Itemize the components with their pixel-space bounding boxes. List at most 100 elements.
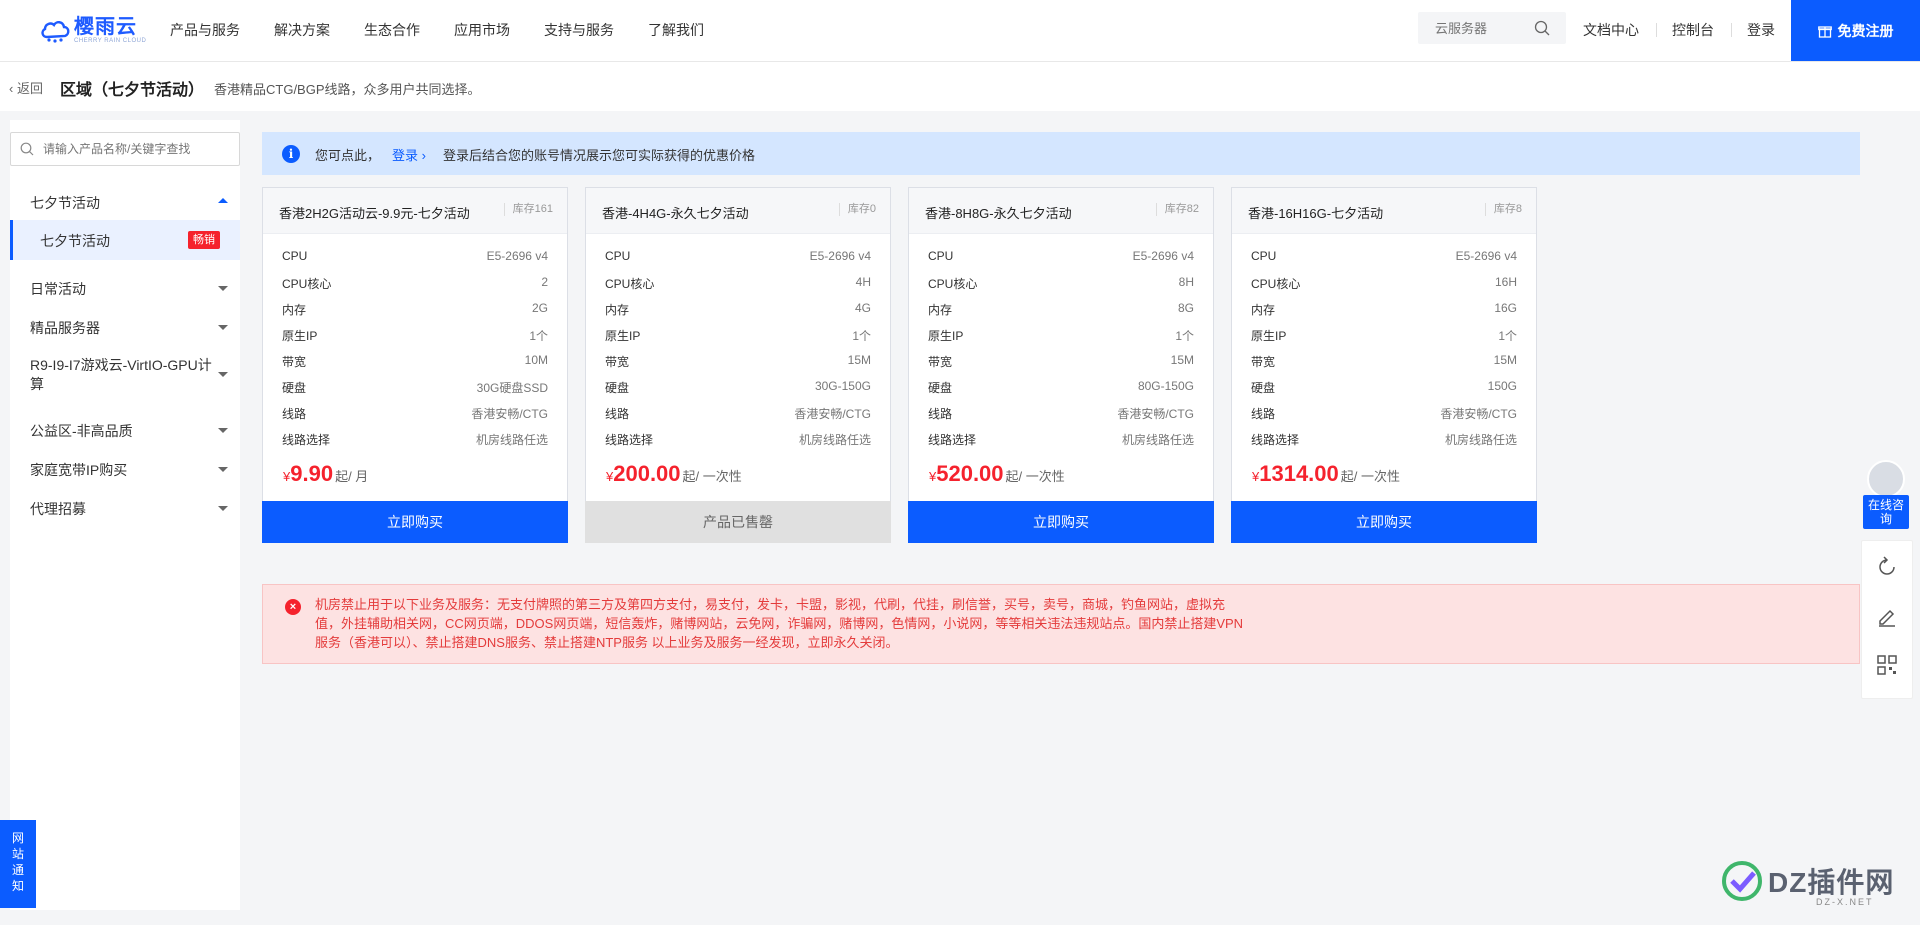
buy-now-button[interactable]: 立即购买 bbox=[908, 501, 1214, 543]
sidebar-item-premium[interactable]: 精品服务器 bbox=[10, 309, 240, 345]
notice-login-link[interactable]: 登录 › bbox=[392, 145, 426, 164]
price-unit: 起/ 一次性 bbox=[682, 469, 742, 484]
stock-count: 库存161 bbox=[503, 203, 553, 216]
login-link[interactable]: 登录 bbox=[1747, 0, 1775, 61]
spec-value: 1个 bbox=[852, 329, 871, 343]
nav-products[interactable]: 产品与服务 bbox=[170, 0, 240, 61]
spec-value: 2 bbox=[541, 275, 548, 289]
watermark-logo-icon bbox=[1722, 861, 1762, 901]
refresh-icon[interactable] bbox=[1875, 555, 1899, 579]
spec-label: CPU核心 bbox=[282, 277, 332, 291]
breadcrumb: ‹ 返回 区域（七夕节活动） 香港精品CTG/BGP线路，众多用户共同选择。 bbox=[0, 62, 1920, 111]
header-search-input[interactable] bbox=[1418, 12, 1535, 44]
sidebar-item-gaming[interactable]: R9-I9-I7游戏云-VirtIO-GPU计算 bbox=[10, 352, 240, 398]
spec-label: 线路 bbox=[605, 407, 630, 421]
spec-value: 香港安畅/CTG bbox=[794, 407, 871, 421]
price-value: 1314.00 bbox=[1259, 461, 1339, 486]
cloud-logo-icon bbox=[41, 21, 70, 43]
online-consult[interactable]: 在线咨询 bbox=[1862, 460, 1910, 530]
chevron-right-icon: › bbox=[421, 148, 426, 163]
sidebar-search-input[interactable] bbox=[41, 133, 235, 165]
edit-icon[interactable] bbox=[1875, 604, 1899, 628]
spec-value: 8H bbox=[1178, 275, 1194, 289]
product-title: 香港-8H8G-永久七夕活动 bbox=[925, 206, 1072, 221]
spec-label: 内存 bbox=[928, 303, 953, 317]
hot-badge: 畅销 bbox=[188, 231, 220, 249]
search-icon[interactable] bbox=[1534, 20, 1550, 36]
spec-value: 4H bbox=[855, 275, 871, 289]
price-value: 9.90 bbox=[290, 461, 334, 486]
sidebar-item-public[interactable]: 公益区-非高品质 bbox=[10, 412, 240, 448]
spec-label: CPU核心 bbox=[928, 277, 978, 291]
qrcode-icon[interactable] bbox=[1875, 653, 1899, 677]
nav-about[interactable]: 了解我们 bbox=[648, 0, 704, 61]
nav-solutions[interactable]: 解决方案 bbox=[274, 0, 330, 61]
spec-label: 硬盘 bbox=[928, 381, 953, 395]
notice-text: 登录后结合您的账号情况展示您可实际获得的优惠价格 bbox=[443, 148, 756, 163]
chevron-down-icon bbox=[218, 428, 228, 433]
docs-link[interactable]: 文档中心 bbox=[1583, 0, 1639, 61]
chevron-down-icon bbox=[218, 286, 228, 291]
spec-row: 原生IP 1个 bbox=[928, 327, 1194, 347]
back-label: 返回 bbox=[16, 81, 43, 96]
buy-now-button[interactable]: 立即购买 bbox=[1231, 501, 1537, 543]
chevron-left-icon: ‹ bbox=[9, 81, 17, 96]
console-link[interactable]: 控制台 bbox=[1672, 0, 1714, 61]
sidebar-item-daily[interactable]: 日常活动 bbox=[10, 270, 240, 306]
spec-row: 内存 16G bbox=[1251, 301, 1517, 321]
price: ¥200.00 起/ 一次性 bbox=[606, 461, 742, 487]
product-card: 香港2H2G活动云-9.9元-七夕活动 库存161 CPU E5-2696 v4 CPU… bbox=[262, 187, 568, 543]
spec-label: CPU核心 bbox=[605, 277, 655, 291]
spec-value: 1个 bbox=[1498, 329, 1517, 343]
sidebar-item-qixi[interactable]: 七夕节活动 bbox=[10, 184, 240, 220]
spec-value: 2G bbox=[531, 301, 548, 315]
spec-row: 内存 4G bbox=[605, 301, 871, 321]
nav-marketplace[interactable]: 应用市场 bbox=[454, 0, 510, 61]
spec-row: 线路选择 机房线路任选 bbox=[928, 431, 1194, 451]
spec-label: 带宽 bbox=[1251, 355, 1276, 369]
spec-value: 150G bbox=[1487, 379, 1517, 393]
spec-row: 带宽 15M bbox=[605, 353, 871, 373]
spec-row: 硬盘 150G bbox=[1251, 379, 1517, 399]
nav-ecosystem[interactable]: 生态合作 bbox=[364, 0, 420, 61]
product-card: 香港-8H8G-永久七夕活动 库存82 CPU E5-2696 v4 CPU核心 8H 内存… bbox=[908, 187, 1214, 543]
logo-subtitle: CHERRY RAIN CLOUD bbox=[74, 38, 147, 44]
divider bbox=[1731, 23, 1732, 37]
sidebar-item-home-ip[interactable]: 家庭宽带IP购买 bbox=[10, 451, 240, 487]
chevron-down-icon bbox=[218, 506, 228, 511]
price-unit: 起/ 月 bbox=[335, 469, 369, 484]
spec-label: 线路 bbox=[1251, 407, 1276, 421]
sidebar-search bbox=[10, 132, 240, 166]
sidebar-item-label: 代理招募 bbox=[30, 501, 86, 517]
spec-row: CPU核心 8H bbox=[928, 275, 1194, 295]
spec-label: 线路选择 bbox=[1251, 433, 1300, 447]
spec-value: 8G bbox=[1177, 301, 1194, 315]
spec-label: 内存 bbox=[1251, 303, 1276, 317]
logo[interactable]: 樱雨云 CHERRY RAIN CLOUD bbox=[40, 16, 146, 46]
buy-now-button[interactable]: 立即购买 bbox=[262, 501, 568, 543]
watermark-text: DZ插件网 bbox=[1768, 867, 1895, 898]
price-unit: 起/ 一次性 bbox=[1340, 469, 1400, 484]
spec-row: 内存 2G bbox=[282, 301, 548, 321]
spec-row: CPU核心 2 bbox=[282, 275, 548, 295]
sidebar-subitem-qixi[interactable]: 七夕节活动 畅销 bbox=[10, 220, 240, 260]
back-link[interactable]: ‹ 返回 bbox=[9, 78, 43, 97]
sidebar-item-agent[interactable]: 代理招募 bbox=[10, 490, 240, 526]
nav-support[interactable]: 支持与服务 bbox=[544, 0, 614, 61]
spec-label: 原生IP bbox=[605, 329, 641, 343]
spec-row: 原生IP 1个 bbox=[282, 327, 548, 347]
spec-row: CPU E5-2696 v4 bbox=[282, 249, 548, 269]
spec-row: 线路选择 机房线路任选 bbox=[282, 431, 548, 451]
spec-row: 线路选择 机房线路任选 bbox=[1251, 431, 1517, 451]
sidebar-item-label: 日常活动 bbox=[30, 281, 86, 297]
stock-count: 库存82 bbox=[1155, 203, 1199, 216]
sidebar-item-label: 精品服务器 bbox=[30, 320, 100, 336]
card-header: 香港2H2G活动云-9.9元-七夕活动 库存161 bbox=[263, 188, 567, 234]
spec-label: 内存 bbox=[282, 303, 307, 317]
site-notice-tab[interactable]: 网站通知 bbox=[0, 820, 36, 908]
spec-row: 线路 香港安畅/CTG bbox=[282, 405, 548, 425]
spec-row: 带宽 15M bbox=[1251, 353, 1517, 373]
top-header: 樱雨云 CHERRY RAIN CLOUD 产品与服务 解决方案 生态合作 应用… bbox=[0, 0, 1920, 62]
register-button[interactable]: 免费注册 bbox=[1791, 0, 1920, 61]
spec-value: E5-2696 v4 bbox=[809, 249, 871, 263]
